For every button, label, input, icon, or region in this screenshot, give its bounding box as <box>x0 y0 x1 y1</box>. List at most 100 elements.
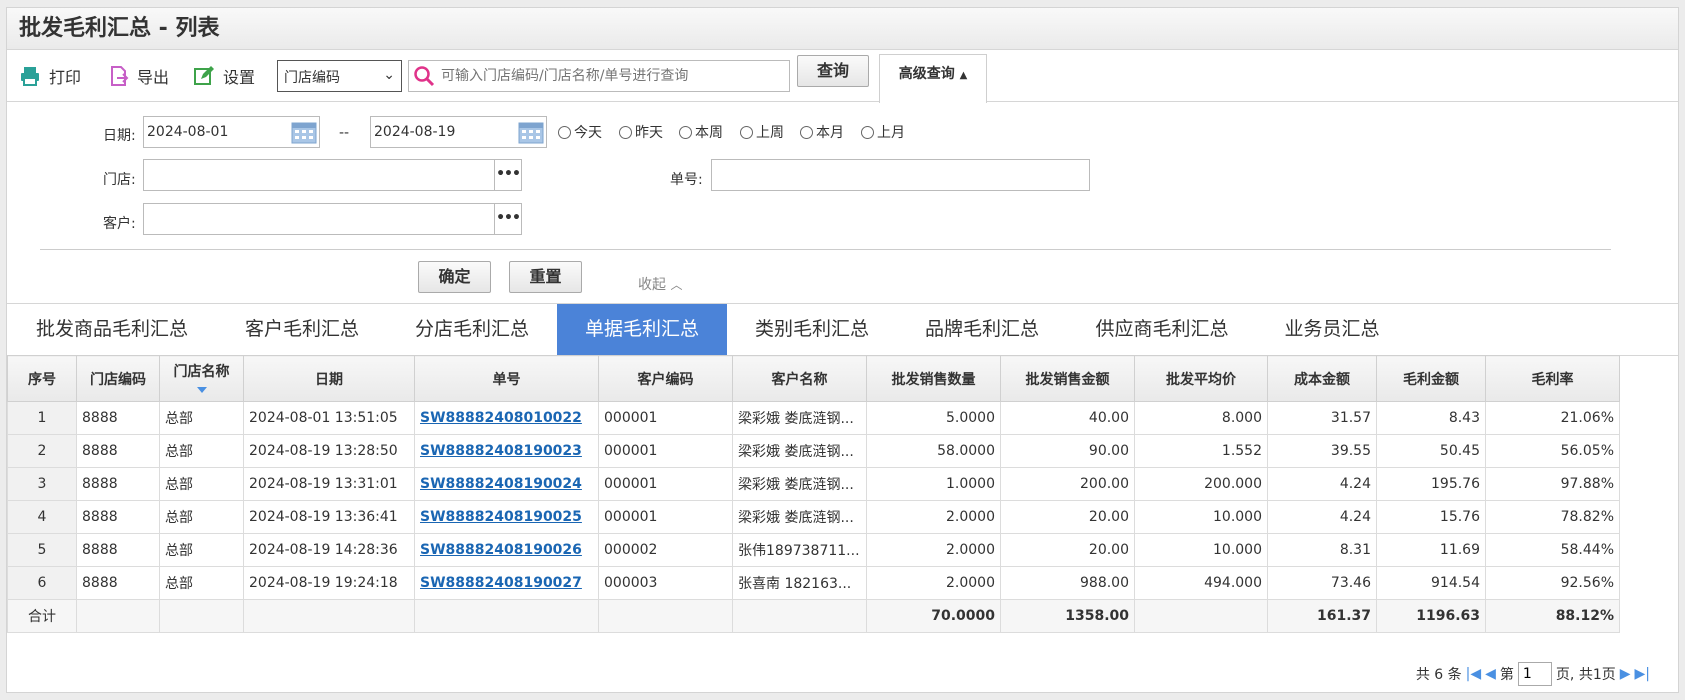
table-cell: 梁彩娥 娄底涟钢... <box>732 500 867 534</box>
tab-wholesale-product-profit[interactable]: 批发商品毛利汇总 <box>7 304 217 355</box>
tab-branch-profit[interactable]: 分店毛利汇总 <box>387 304 557 355</box>
table-cell: 58.44% <box>1485 533 1620 567</box>
col-header[interactable]: 成本金额 <box>1267 355 1377 402</box>
collapse-toggle[interactable]: 收起 ︿ <box>638 274 682 294</box>
table-cell: 2024-08-19 13:31:01 <box>243 467 415 501</box>
customer-picker-button[interactable]: ••• <box>494 203 522 235</box>
col-header[interactable]: 毛利率 <box>1485 355 1620 402</box>
table-row[interactable]: 6 8888 总部 2024-08-19 19:24:18 SW888824081900… <box>7 566 1620 600</box>
table-row[interactable]: 5 8888 总部 2024-08-19 14:28:36 SW888824081900… <box>7 533 1620 567</box>
table-cell: 000003 <box>598 566 733 600</box>
table-cell: 15.76 <box>1376 500 1486 534</box>
table-cell <box>598 599 733 633</box>
table-cell: 4.24 <box>1267 500 1377 534</box>
order-no-input[interactable] <box>711 159 1090 191</box>
first-page-icon[interactable]: |◀ <box>1466 666 1481 682</box>
tab-category-profit[interactable]: 类别毛利汇总 <box>727 304 897 355</box>
table-cell: 000001 <box>598 500 733 534</box>
col-header[interactable]: 批发销售数量 <box>866 355 1001 402</box>
col-header-sorted[interactable]: 门店名称 <box>159 355 244 402</box>
tab-document-profit[interactable]: 单据毛利汇总 <box>557 304 727 355</box>
last-page-icon[interactable]: ▶| <box>1635 666 1650 682</box>
table-cell: 494.000 <box>1134 566 1268 600</box>
table-row[interactable]: 4 8888 总部 2024-08-19 13:36:41 SW888824081900… <box>7 500 1620 534</box>
customer-input[interactable] <box>143 203 495 235</box>
query-button[interactable]: 查询 <box>797 55 869 87</box>
print-button[interactable]: 打印 <box>19 64 81 88</box>
export-label: 导出 <box>137 68 170 87</box>
radio-today[interactable]: 今天 <box>558 122 602 142</box>
col-header[interactable]: 批发销售金额 <box>1000 355 1135 402</box>
calendar-icon[interactable] <box>518 120 544 144</box>
col-header[interactable]: 单号 <box>414 355 599 402</box>
table-cell: 5.0000 <box>866 401 1001 435</box>
tab-supplier-profit[interactable]: 供应商毛利汇总 <box>1067 304 1257 355</box>
radio-yesterday[interactable]: 昨天 <box>619 122 663 142</box>
col-header[interactable]: 客户编码 <box>598 355 733 402</box>
store-input[interactable] <box>143 159 495 191</box>
table-cell: 2.0000 <box>866 566 1001 600</box>
search-input[interactable] <box>441 68 781 84</box>
table-cell <box>76 599 160 633</box>
advanced-query-tab[interactable]: 高级查询 ▲ <box>879 54 987 103</box>
total-profit: 1196.63 <box>1376 599 1486 633</box>
table-cell: 4 <box>7 500 77 534</box>
col-header[interactable]: 批发平均价 <box>1134 355 1268 402</box>
radio-this-month[interactable]: 本月 <box>800 122 844 142</box>
col-header[interactable]: 毛利金额 <box>1376 355 1486 402</box>
radio-label: 上周 <box>756 125 784 141</box>
radio-label: 昨天 <box>635 125 663 141</box>
next-page-icon[interactable]: ▶ <box>1620 666 1631 682</box>
store-picker-button[interactable]: ••• <box>494 159 522 191</box>
table-cell: 梁彩娥 娄底涟钢... <box>732 401 867 435</box>
date-to-input[interactable]: 2024-08-19 <box>370 116 547 148</box>
tab-brand-profit[interactable]: 品牌毛利汇总 <box>897 304 1067 355</box>
table-cell: 3 <box>7 467 77 501</box>
order-no-link[interactable]: SW88882408190024 <box>414 467 599 501</box>
radio-last-week[interactable]: 上周 <box>740 122 784 142</box>
calendar-icon[interactable] <box>291 120 317 144</box>
order-no-link[interactable]: SW88882408190025 <box>414 500 599 534</box>
reset-button[interactable]: 重置 <box>509 261 582 293</box>
search-field-select[interactable]: 门店编码 ⌄ <box>277 60 402 92</box>
col-header[interactable]: 序号 <box>7 355 77 402</box>
order-no-link[interactable]: SW88882408010022 <box>414 401 599 435</box>
table-cell: 195.76 <box>1376 467 1486 501</box>
table-cell: 914.54 <box>1376 566 1486 600</box>
radio-label: 今天 <box>574 125 602 141</box>
radio-last-month[interactable]: 上月 <box>861 122 905 142</box>
table-cell: 2024-08-19 13:36:41 <box>243 500 415 534</box>
col-header[interactable]: 门店编码 <box>76 355 160 402</box>
tab-salesperson[interactable]: 业务员汇总 <box>1257 304 1407 355</box>
col-header[interactable]: 日期 <box>243 355 415 402</box>
table-cell: 总部 <box>159 467 244 501</box>
export-button[interactable]: 导出 <box>107 64 169 88</box>
col-header[interactable]: 客户名称 <box>732 355 867 402</box>
tab-customer-profit[interactable]: 客户毛利汇总 <box>217 304 387 355</box>
report-tabs: 批发商品毛利汇总 客户毛利汇总 分店毛利汇总 单据毛利汇总 类别毛利汇总 品牌毛… <box>7 304 1678 356</box>
settings-button[interactable]: 设置 <box>193 64 255 88</box>
search-icon <box>414 66 435 87</box>
table-cell: 8.31 <box>1267 533 1377 567</box>
table-row[interactable]: 2 8888 总部 2024-08-19 13:28:50 SW888824081900… <box>7 434 1620 468</box>
page-number-input[interactable] <box>1517 662 1552 686</box>
table-cell: 2024-08-19 13:28:50 <box>243 434 415 468</box>
radio-dot <box>679 125 692 139</box>
caret-up-icon: ▲ <box>959 70 968 81</box>
order-no-link[interactable]: SW88882408190026 <box>414 533 599 567</box>
table-cell: 6 <box>7 566 77 600</box>
table-row[interactable]: 3 8888 总部 2024-08-19 13:31:01 SW888824081900… <box>7 467 1620 501</box>
radio-label: 上月 <box>877 125 905 141</box>
table-row[interactable]: 1 8888 总部 2024-08-01 13:51:05 SW888824080100… <box>7 401 1620 435</box>
confirm-button[interactable]: 确定 <box>418 261 491 293</box>
date-from-input[interactable]: 2024-08-01 <box>143 116 320 148</box>
table-cell: 78.82% <box>1485 500 1620 534</box>
table-cell: 73.46 <box>1267 566 1377 600</box>
total-label: 合计 <box>7 599 77 633</box>
toolbar: 打印 导出 设置 门店编码 ⌄ 查询 高级查询 ▲ <box>7 50 1678 103</box>
prev-page-icon[interactable]: ◀ <box>1485 666 1496 682</box>
order-no-link[interactable]: SW88882408190027 <box>414 566 599 600</box>
radio-this-week[interactable]: 本周 <box>679 122 723 142</box>
order-no-link[interactable]: SW88882408190023 <box>414 434 599 468</box>
table-cell: 1.0000 <box>866 467 1001 501</box>
